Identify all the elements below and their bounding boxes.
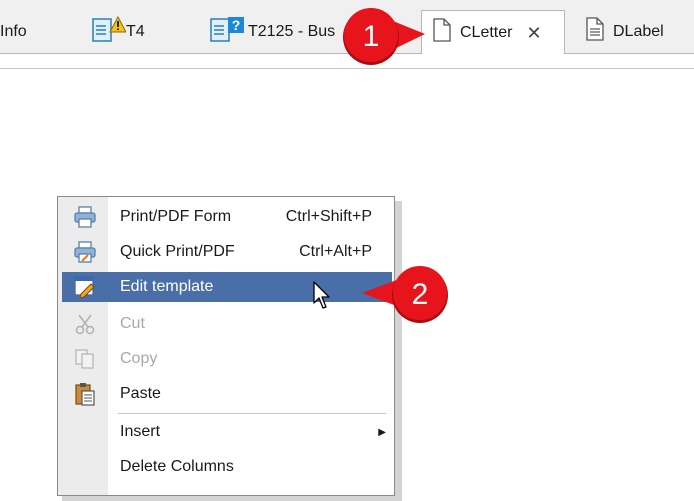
submenu-arrow-icon: ▶ xyxy=(378,426,386,438)
tab-label: Info xyxy=(0,22,27,40)
menu-item-edit-template[interactable]: Edit template xyxy=(62,272,392,302)
menu-item-label: Copy xyxy=(120,350,158,367)
menu-item-label: Paste xyxy=(120,385,161,402)
menu-item-shortcut: Ctrl+Shift+P xyxy=(285,208,372,225)
scissors-icon xyxy=(62,313,108,335)
menu-item-shortcut: Ctrl+Alt+P xyxy=(299,243,372,260)
document-ruler-line xyxy=(0,68,694,69)
menu-item-label: Cut xyxy=(120,315,145,332)
document-warning-icon xyxy=(92,15,127,47)
callout-number-1: 1 xyxy=(362,20,380,53)
menu-item-label: Quick Print/PDF xyxy=(120,243,235,260)
tab-cletter[interactable]: CLetter ✕ xyxy=(421,10,565,54)
edit-template-icon xyxy=(62,276,108,298)
menu-item-label: Print/PDF Form xyxy=(120,208,232,225)
svg-text:?: ? xyxy=(232,17,241,33)
tab-label: CLetter xyxy=(460,23,513,41)
tab-dlabel[interactable]: DLabel xyxy=(585,10,694,53)
menu-item-delete-columns[interactable]: Delete Columns xyxy=(62,452,392,482)
quick-print-icon xyxy=(62,241,108,263)
menu-item-insert[interactable]: Insert ▶ xyxy=(62,417,392,447)
tab-t2125[interactable]: ? T2125 - Bus xyxy=(210,10,340,53)
menu-item-label: Insert xyxy=(120,423,161,440)
context-menu: Print/PDF Form Ctrl+Shift+P Quick Print/… xyxy=(57,196,395,496)
document-icon xyxy=(432,18,452,47)
menu-item-cut[interactable]: Cut xyxy=(62,309,392,339)
paste-icon xyxy=(62,382,108,406)
menu-item-paste[interactable]: Paste xyxy=(62,379,392,409)
menu-item-print-pdf-form[interactable]: Print/PDF Form Ctrl+Shift+P xyxy=(62,202,392,232)
tab-label: T2125 - Bus xyxy=(248,22,336,40)
mouse-cursor-icon xyxy=(313,281,330,309)
document-question-icon: ? xyxy=(210,16,246,47)
menu-item-copy[interactable]: Copy xyxy=(62,344,392,374)
document-lines-icon xyxy=(585,17,605,46)
callout-number-2: 2 xyxy=(411,278,429,311)
tab-label: T4 xyxy=(126,22,145,40)
menu-separator xyxy=(118,413,386,414)
tab-label: DLabel xyxy=(613,22,664,40)
close-icon[interactable]: ✕ xyxy=(526,24,541,42)
tab-t4[interactable]: T4 xyxy=(92,10,172,53)
menu-item-label: Delete Columns xyxy=(120,458,234,475)
printer-icon xyxy=(62,206,108,228)
copy-icon xyxy=(62,348,108,370)
menu-item-label: Edit template xyxy=(120,278,214,295)
tab-info[interactable]: Info xyxy=(0,10,50,53)
menu-item-quick-print-pdf[interactable]: Quick Print/PDF Ctrl+Alt+P xyxy=(62,237,392,267)
